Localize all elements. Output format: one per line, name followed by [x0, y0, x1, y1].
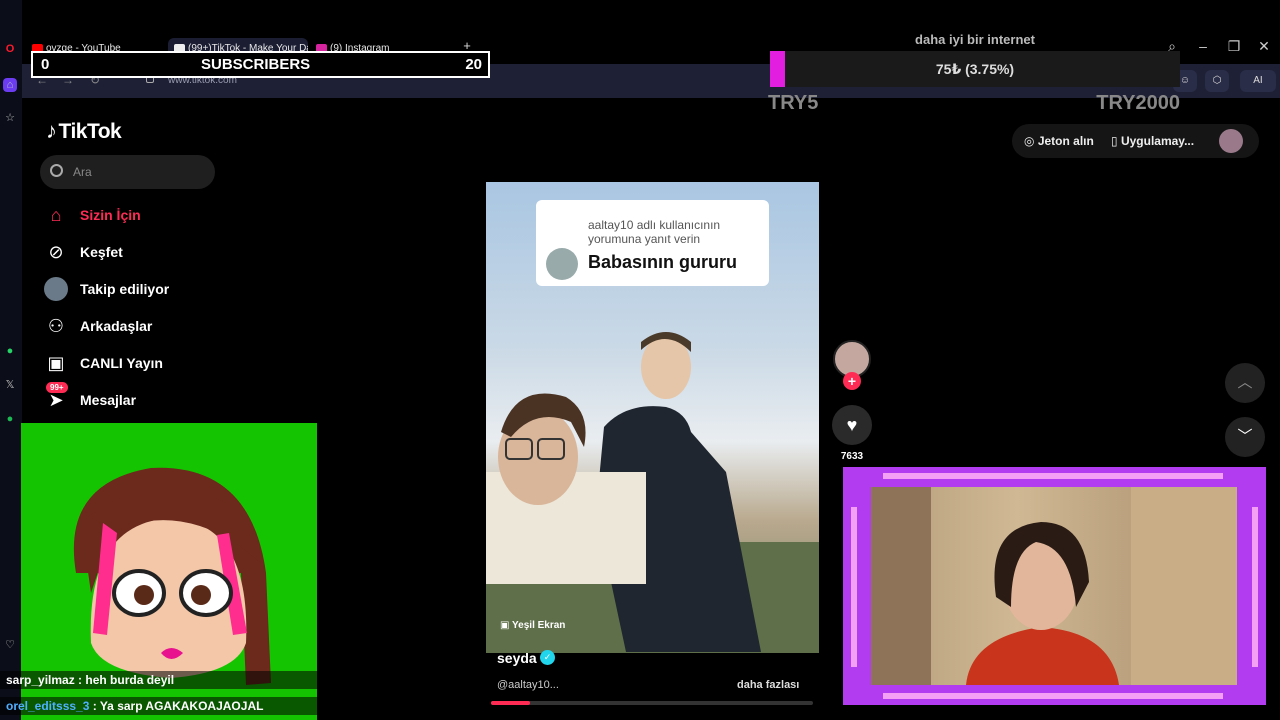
frame-stripe: [883, 473, 1223, 479]
subs-goal: 20: [465, 56, 482, 73]
extensions-icon[interactable]: ⬡: [1205, 70, 1229, 92]
compass-icon: ⊘: [48, 242, 64, 262]
spotify-icon[interactable]: ●: [3, 412, 17, 426]
subs-current: 0: [41, 56, 50, 73]
nav-item-following[interactable]: Takip ediliyor: [44, 277, 244, 303]
x-icon[interactable]: 𝕏: [3, 378, 17, 392]
reply-line: aaltay10 adlı kullanıcının yorumuna yanı…: [588, 218, 721, 246]
close-icon[interactable]: ✕: [1255, 38, 1273, 55]
search-input[interactable]: Ara: [40, 155, 215, 189]
video-author[interactable]: seyda: [497, 650, 537, 666]
get-app-button[interactable]: ▯ Uygulamay...: [1111, 128, 1194, 154]
browser-sidebar: O ⌂ ☆ ● 𝕏 ● ♡: [0, 0, 22, 720]
home-icon[interactable]: ⌂: [3, 78, 17, 92]
nav-item-foryou[interactable]: ⌂ Sizin İçin: [44, 203, 244, 229]
search-placeholder: Ara: [73, 165, 92, 179]
nav-item-live[interactable]: ▣ CANLI Yayın: [44, 351, 244, 377]
subscriber-counter: 0 SUBSCRIBERS 20: [31, 51, 490, 78]
nav-label: CANLI Yayın: [80, 355, 163, 371]
chat-text: heh burda deyil: [85, 673, 175, 687]
get-app-label: Uygulamay...: [1120, 134, 1195, 148]
webcam-feed: [871, 487, 1237, 685]
chevron-up-icon: ︿: [1237, 374, 1253, 391]
nav-label: Sizin İçin: [80, 207, 141, 223]
heart-icon: ♥: [846, 415, 858, 435]
heart-icon[interactable]: ♡: [3, 638, 17, 652]
nav-label: Mesajlar: [80, 392, 137, 408]
tiktok-logo-text: TikTok: [58, 120, 122, 143]
previous-video-button[interactable]: ︿: [1225, 363, 1265, 403]
nav-item-friends[interactable]: ⚇ Arkadaşlar: [44, 314, 244, 340]
chat-user: orel_editsss_3: [6, 699, 90, 713]
video-progress-fill: [491, 701, 530, 705]
nav-label: Arkadaşlar: [80, 318, 153, 334]
follow-plus-icon[interactable]: +: [843, 372, 861, 390]
donation-goal-min: TRY5: [768, 92, 819, 114]
green-screen-tag[interactable]: ▣ Yeşil Ekran: [500, 620, 565, 631]
reply-title: Babasının gururu: [588, 252, 738, 272]
nav-label: Takip ediliyor: [80, 281, 170, 297]
tiktok-note-icon: ♪: [46, 118, 57, 143]
ai-button[interactable]: AI: [1240, 70, 1276, 92]
chat-user: sarp_yilmaz: [6, 673, 75, 687]
comment-reply-card: aaltay10 adlı kullanıcının yorumuna yanı…: [536, 200, 769, 286]
verified-icon: ✓: [540, 650, 555, 665]
donation-goal-max: TRY2000: [1096, 92, 1180, 114]
live-icon: ▣: [47, 353, 65, 373]
friends-icon: ⚇: [47, 316, 65, 336]
maximize-icon[interactable]: ❐: [1225, 38, 1243, 55]
frame-stripe: [1252, 507, 1258, 667]
chevron-down-icon: ﹀: [1237, 428, 1253, 445]
webcam-image: [871, 487, 1237, 685]
donation-goal-bar: 75₺ (3.75%): [770, 51, 1180, 87]
nav-label: Keşfet: [80, 244, 123, 260]
nav-item-explore[interactable]: ⊘ Keşfet: [44, 240, 244, 266]
search-icon: [50, 164, 63, 177]
like-count: 7633: [840, 451, 864, 462]
chat-text: Ya sarp AGAKAKOAJAOJAL: [99, 699, 264, 713]
star-icon[interactable]: ☆: [3, 111, 17, 125]
minimize-icon[interactable]: –: [1194, 38, 1212, 54]
home-icon: ⌂: [50, 205, 62, 225]
green-screen-label: Yeşil Ekran: [512, 620, 566, 631]
tiktok-logo[interactable]: ♪TikTok: [46, 118, 122, 144]
next-video-button[interactable]: ﹀: [1225, 417, 1265, 457]
messages-badge: 99+: [46, 382, 68, 393]
donation-goal-title: daha iyi bir internet: [915, 32, 1035, 47]
video-player[interactable]: aaltay10 adlı kullanıcının yorumuna yanı…: [486, 182, 819, 653]
subs-title: SUBSCRIBERS: [201, 56, 311, 73]
whatsapp-icon[interactable]: ●: [3, 344, 17, 358]
webcam-frame: [843, 467, 1266, 705]
video-caption[interactable]: @aaltay10...: [497, 679, 559, 691]
commenter-avatar: [546, 248, 578, 280]
get-coins-label: Jeton alın: [1037, 134, 1094, 148]
like-button[interactable]: ♥: [832, 405, 872, 445]
video-progress-bar[interactable]: [491, 701, 813, 705]
frame-stripe: [851, 507, 857, 667]
more-button[interactable]: daha fazlası: [737, 679, 799, 691]
donation-goal-text: 75₺ (3.75%): [935, 61, 1015, 77]
nav-item-messages[interactable]: ➤ 99+ Mesajlar: [44, 382, 244, 414]
profile-avatar[interactable]: [1219, 129, 1243, 153]
get-coins-button[interactable]: ◎ Jeton alın: [1024, 128, 1094, 154]
chat-message: sarp_yilmaz : heh burda deyil: [0, 671, 318, 689]
frame-stripe: [883, 693, 1223, 699]
following-avatar-icon: [44, 277, 68, 301]
opera-logo-icon[interactable]: O: [3, 42, 17, 56]
chat-message: orel_editsss_3 : Ya sarp AGAKAKOAJAOJAL: [0, 697, 318, 715]
